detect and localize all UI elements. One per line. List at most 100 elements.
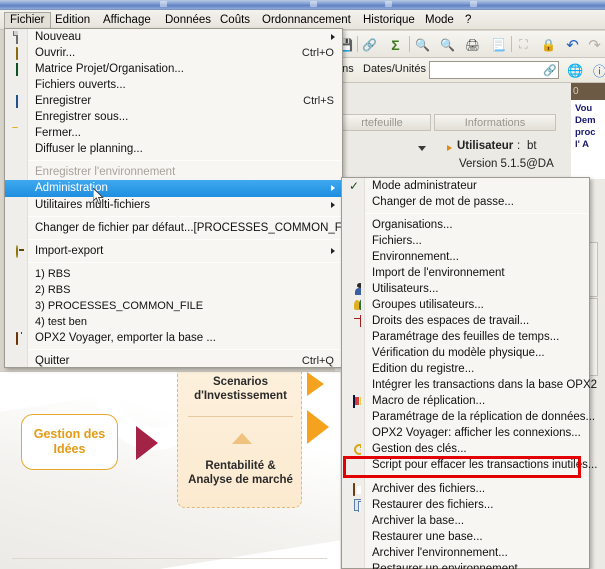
menu-item-opx2-voyager[interactable]: OPX2 Voyager, emporter la base ... — [5, 330, 342, 346]
menubar-item-historique[interactable]: Historique — [358, 13, 420, 28]
message-line-2: Dem — [575, 115, 596, 126]
submenu-item-parametrage-feuilles-temps[interactable]: Paramétrage des feuilles de temps... — [342, 329, 589, 345]
menubar-item-help[interactable]: ? — [460, 13, 476, 28]
mouse-cursor — [93, 188, 104, 205]
menu-item-enregistrer-sous[interactable]: Enregistrer sous... — [5, 109, 342, 125]
message-panel-body: Vou Dem proc l' A — [571, 100, 605, 179]
menu-item-fichiers-ouverts[interactable]: Fichiers ouverts... — [5, 77, 342, 93]
submenu-item-groupes-utilisateurs[interactable]: Groupes utilisateurs... — [342, 297, 589, 313]
menu-item-label: Nouveau — [35, 31, 82, 43]
undo-icon[interactable]: ↶ — [564, 36, 581, 54]
submenu-item-gestion-cles[interactable]: Gestion des clés... — [342, 441, 589, 457]
search-input[interactable] — [429, 61, 559, 79]
version-label: Version 5.1.5@DA — [459, 158, 554, 170]
tab-informations[interactable]: Informations — [434, 114, 556, 131]
submenu-item-import-environnement[interactable]: Import de l'environnement — [342, 265, 589, 281]
menu-separator — [6, 216, 341, 217]
submenu-item-restaurer-base[interactable]: Restaurer une base... — [342, 529, 589, 545]
menu-item-diffuser-planning[interactable]: Diffuser le planning... — [5, 141, 342, 157]
print-icon[interactable]: 🖨 — [464, 36, 481, 53]
menubar-item-mode[interactable]: Mode — [420, 13, 459, 28]
lock-icon[interactable]: 🔒 — [540, 36, 557, 53]
submenu-item-script-effacer-transactions[interactable]: Script pour effacer les transactions inu… — [342, 457, 597, 474]
profit-line-2: Analyse de marché — [188, 474, 293, 486]
main-toolbar: 💾 🔗 Σ 🔍 🔍 🖨 📃 ⛶ 🔒 ↶ ↷ — [335, 31, 605, 58]
user-value: bt — [527, 140, 537, 152]
ideas-line-2: Idées — [53, 442, 86, 456]
menu-item-label: Droits des espaces de travail... — [372, 315, 530, 327]
info-icon[interactable]: ⓘ — [591, 62, 605, 79]
zoom-out-icon[interactable]: 🔍 — [439, 36, 456, 53]
link-icon[interactable]: 🔗 — [361, 36, 378, 53]
administration-submenu: ✓ Mode administrateur Changer de mot de … — [341, 177, 597, 569]
menubar-item-couts[interactable]: Coûts — [215, 13, 255, 28]
menu-item-label: Vérification du modèle physique... — [372, 347, 545, 359]
menu-item-label: Fermer... — [35, 127, 82, 139]
menubar-item-affichage[interactable]: Affichage — [98, 13, 156, 28]
menubar-item-ordonnancement[interactable]: Ordonnancement — [257, 13, 356, 28]
menu-item-recent-4[interactable]: 4) test ben — [5, 314, 342, 330]
submenu-item-droits-espaces-travail[interactable]: Droits des espaces de travail... — [342, 313, 589, 329]
zoom-in-icon[interactable]: 🔍 — [414, 36, 431, 53]
menu-item-label: Intégrer les transactions dans la base O… — [372, 379, 598, 391]
submenu-item-integrer-transactions[interactable]: Intégrer les transactions dans la base O… — [342, 377, 597, 393]
submenu-item-restaurer-environnement[interactable]: Restaurer un environnement — [342, 561, 589, 569]
menu-item-nouveau[interactable]: Nouveau — [5, 29, 342, 45]
menu-item-label: Changer de fichier par défaut...[PROCESS… — [35, 222, 363, 234]
chevron-down-icon[interactable] — [418, 146, 426, 151]
submenu-item-mode-administrateur[interactable]: ✓ Mode administrateur — [342, 178, 589, 194]
submenu-item-environnement[interactable]: Environnement... — [342, 249, 589, 265]
submenu-item-archiver-base[interactable]: Archiver la base... — [342, 513, 589, 529]
menubar-item-fichier[interactable]: Fichier — [4, 12, 51, 29]
submenu-item-archiver-environnement[interactable]: Archiver l'environnement... — [342, 545, 589, 561]
submenu-item-utilisateurs[interactable]: Utilisateurs... — [342, 281, 589, 297]
save-floppy-icon — [10, 95, 24, 108]
submenu-item-changer-mot-de-passe[interactable]: Changer de mot de passe... — [342, 194, 589, 210]
menu-item-ouvrir[interactable]: Ouvrir... Ctrl+O — [5, 45, 342, 61]
menu-item-label: Organisations... — [372, 219, 453, 231]
sigma-icon[interactable]: Σ — [387, 36, 404, 53]
menu-item-recent-3[interactable]: 3) PROCESSES_COMMON_FILE — [5, 298, 342, 314]
globe-search-icon[interactable]: 🌐 — [567, 62, 584, 79]
fullscreen-icon[interactable]: ⛶ — [515, 36, 532, 53]
export-icon[interactable]: 📃 — [490, 36, 507, 53]
menu-item-matrice-projet[interactable]: Matrice Projet/Organisation... — [5, 61, 342, 77]
submenu-item-opx2-voyager-connexions[interactable]: OPX2 Voyager: afficher les connexions... — [342, 425, 589, 441]
menu-item-enregistrer[interactable]: Enregistrer Ctrl+S — [5, 93, 342, 109]
submenu-arrow-icon — [331, 202, 335, 208]
menu-item-administration[interactable]: Administration — [5, 180, 342, 197]
submenu-item-restaurer-fichiers[interactable]: Restaurer des fichiers... — [342, 497, 589, 513]
menu-item-label: Import-export — [35, 245, 104, 257]
file-menu: Nouveau Ouvrir... Ctrl+O Matrice Projet/… — [4, 28, 362, 369]
process-diagram: Gestion des Idées Scenarios d'Investisse… — [0, 371, 340, 569]
menu-item-label: Diffuser le planning... — [35, 143, 143, 155]
menu-item-utilitaires-multi-fichiers[interactable]: Utilitaires multi-fichiers — [5, 197, 342, 213]
menubar-item-edition[interactable]: Edition — [50, 13, 95, 28]
submenu-item-macro-replication[interactable]: Macro de réplication... — [342, 393, 589, 409]
new-document-icon — [10, 31, 24, 44]
menu-item-quitter[interactable]: Quitter Ctrl+Q — [5, 353, 342, 369]
menu-item-fermer[interactable]: Fermer... — [5, 125, 342, 141]
redo-icon[interactable]: ↷ — [586, 36, 603, 54]
profit-line-1: Rentabilité & — [205, 460, 276, 472]
submenu-item-archiver-fichiers[interactable]: Archiver des fichiers... — [342, 481, 589, 497]
tab-portefeuille[interactable]: rtefeuille — [333, 114, 431, 131]
scenarios-line-2: d'Investissement — [194, 390, 287, 402]
submenu-item-edition-registre[interactable]: Edition du registre... — [342, 361, 589, 377]
submenu-item-parametrage-replication[interactable]: Paramétrage de la réplication de données… — [342, 409, 595, 425]
link-icon-small[interactable]: 🔗 — [543, 64, 557, 77]
submenu-item-fichiers[interactable]: Fichiers... — [342, 233, 589, 249]
menu-item-recent-2[interactable]: 2) RBS — [5, 282, 342, 298]
menu-item-recent-1[interactable]: 1) RBS — [5, 266, 342, 282]
menubar-item-donnees[interactable]: Données — [160, 13, 216, 28]
menu-item-import-export[interactable]: Import-export — [5, 243, 342, 259]
submenu-item-verification-modele-physique[interactable]: Vérification du modèle physique... — [342, 345, 589, 361]
submenu-arrow-icon — [331, 34, 335, 40]
menu-item-label: Gestion des clés... — [372, 443, 467, 455]
caret-right-icon — [447, 145, 452, 151]
submenu-item-organisations[interactable]: Organisations... — [342, 217, 589, 233]
message-line-3: proc — [575, 127, 596, 138]
menu-item-label: OPX2 Voyager, emporter la base ... — [35, 332, 216, 344]
menu-bar: Fichier Edition Affichage Données Coûts … — [0, 10, 605, 30]
menu-item-changer-fichier-defaut[interactable]: Changer de fichier par défaut...[PROCESS… — [5, 220, 362, 236]
